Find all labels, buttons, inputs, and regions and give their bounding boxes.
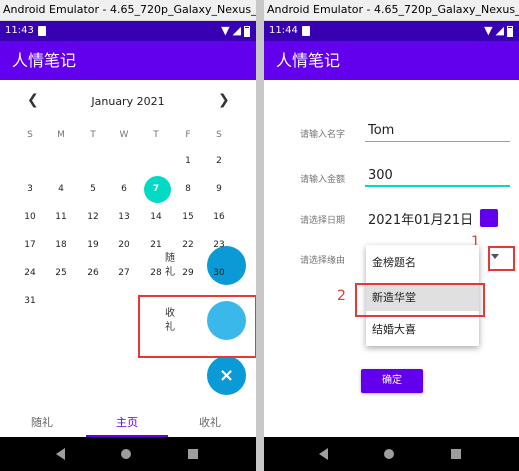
fab-give-gift[interactable] bbox=[207, 246, 246, 285]
tab-home[interactable]: 主页 bbox=[97, 414, 157, 430]
amount-underline bbox=[365, 185, 510, 187]
calendar-day[interactable]: 7 bbox=[146, 184, 166, 194]
chevron-right-icon[interactable]: ❯ bbox=[218, 92, 230, 108]
calendar-day[interactable]: 1 bbox=[178, 156, 198, 166]
status-icons: ▼ ◢ bbox=[484, 21, 513, 41]
calendar-day[interactable]: 10 bbox=[20, 212, 40, 222]
back-icon[interactable] bbox=[319, 448, 328, 460]
status-icons: ▼ ◢ bbox=[221, 21, 250, 41]
calendar-day[interactable]: 28 bbox=[146, 268, 166, 278]
emulator-right: Android Emulator - 4.65_720p_Galaxy_Nexu… bbox=[264, 0, 519, 471]
signal-icon: ◢ bbox=[495, 24, 504, 37]
calendar-day[interactable]: 2 bbox=[209, 156, 229, 166]
calendar-day[interactable]: 19 bbox=[83, 240, 103, 250]
calendar-header: ❮ January 2021 ❯ bbox=[0, 92, 256, 110]
date-value[interactable]: 2021年01月21日 bbox=[368, 209, 473, 228]
name-underline bbox=[365, 141, 510, 142]
sd-card-icon bbox=[38, 26, 46, 36]
calendar-day[interactable]: 13 bbox=[114, 212, 134, 222]
date-picker-button[interactable] bbox=[480, 209, 498, 227]
fab-close-button[interactable]: × bbox=[207, 356, 246, 395]
annotation-2: 2 bbox=[337, 288, 346, 304]
calendar-day[interactable]: 29 bbox=[178, 268, 198, 278]
weekday-label: T bbox=[153, 130, 159, 140]
calendar-day[interactable]: 3 bbox=[20, 184, 40, 194]
date-label: 请选择日期 bbox=[300, 216, 346, 226]
calendar-day[interactable]: 6 bbox=[114, 184, 134, 194]
weekday-label: M bbox=[57, 130, 65, 140]
name-label: 请输入名字 bbox=[300, 130, 346, 140]
weekday-label: W bbox=[119, 130, 129, 140]
emulator-left: Android Emulator - 4.65_720p_Galaxy_Nexu… bbox=[0, 0, 256, 471]
calendar-day[interactable]: 31 bbox=[20, 296, 40, 306]
window-title: Android Emulator - 4.65_720p_Galaxy_Nexu… bbox=[264, 0, 519, 21]
calendar-day[interactable]: 21 bbox=[146, 240, 166, 250]
wifi-icon: ▼ bbox=[484, 24, 493, 37]
status-bar: 11:44 ▼ ◢ bbox=[264, 21, 519, 41]
reason-option[interactable]: 金榜题名 bbox=[366, 249, 479, 276]
status-time: 11:43 bbox=[5, 25, 34, 36]
highlight-box-option bbox=[355, 283, 485, 317]
calendar-day[interactable]: 20 bbox=[114, 240, 134, 250]
reason-label: 请选择缘由 bbox=[300, 256, 346, 266]
highlight-box-arrow bbox=[488, 246, 515, 271]
calendar-day[interactable]: 14 bbox=[146, 212, 166, 222]
back-icon[interactable] bbox=[56, 448, 65, 460]
tab-receive[interactable]: 收礼 bbox=[180, 414, 240, 430]
battery-icon bbox=[507, 25, 513, 37]
calendar-day[interactable]: 26 bbox=[83, 268, 103, 278]
home-icon[interactable] bbox=[121, 449, 131, 459]
calendar-day[interactable]: 30 bbox=[209, 268, 229, 278]
fab-give-label: 随礼 bbox=[165, 253, 175, 278]
calendar-day[interactable]: 16 bbox=[209, 212, 229, 222]
calendar-day[interactable]: 11 bbox=[51, 212, 71, 222]
bottom-tabs: 随礼 主页 收礼 bbox=[0, 408, 256, 437]
calendar-day[interactable]: 23 bbox=[209, 240, 229, 250]
calendar-day[interactable]: 22 bbox=[178, 240, 198, 250]
calendar-day[interactable]: 12 bbox=[83, 212, 103, 222]
status-time: 11:44 bbox=[269, 25, 298, 36]
reason-option[interactable]: 结婚大喜 bbox=[366, 316, 479, 343]
recents-icon[interactable] bbox=[451, 449, 461, 459]
status-bar: 11:43 ▼ ◢ bbox=[0, 21, 256, 41]
name-input[interactable]: Tom bbox=[368, 123, 394, 138]
highlight-box bbox=[138, 295, 256, 358]
recents-icon[interactable] bbox=[188, 449, 198, 459]
calendar-day[interactable]: 15 bbox=[178, 212, 198, 222]
screen-divider bbox=[256, 0, 264, 471]
nav-bar bbox=[0, 437, 256, 471]
weekday-label: S bbox=[216, 130, 222, 140]
wifi-icon: ▼ bbox=[221, 24, 230, 37]
calendar-day[interactable]: 18 bbox=[51, 240, 71, 250]
nav-bar bbox=[264, 437, 519, 471]
window-title: Android Emulator - 4.65_720p_Galaxy_Nexu… bbox=[0, 0, 256, 21]
app-title: 人情笔记 bbox=[0, 41, 256, 80]
battery-icon bbox=[244, 25, 250, 37]
app-title: 人情笔记 bbox=[264, 41, 519, 80]
amount-input[interactable]: 300 bbox=[368, 168, 393, 183]
confirm-button[interactable]: 确定 bbox=[361, 369, 423, 393]
weekday-label: T bbox=[90, 130, 96, 140]
calendar-day[interactable]: 17 bbox=[20, 240, 40, 250]
tab-give[interactable]: 随礼 bbox=[12, 414, 72, 430]
weekday-label: S bbox=[27, 130, 33, 140]
signal-icon: ◢ bbox=[232, 24, 241, 37]
calendar-day[interactable]: 24 bbox=[20, 268, 40, 278]
calendar-day[interactable]: 8 bbox=[178, 184, 198, 194]
calendar-day[interactable]: 4 bbox=[51, 184, 71, 194]
calendar-day[interactable]: 5 bbox=[83, 184, 103, 194]
weekday-label: F bbox=[185, 130, 191, 140]
home-icon[interactable] bbox=[384, 449, 394, 459]
calendar-day[interactable]: 27 bbox=[114, 268, 134, 278]
calendar-day[interactable]: 9 bbox=[209, 184, 229, 194]
calendar-day[interactable]: 25 bbox=[51, 268, 71, 278]
sd-card-icon bbox=[302, 26, 310, 36]
amount-label: 请输入金额 bbox=[300, 175, 346, 185]
